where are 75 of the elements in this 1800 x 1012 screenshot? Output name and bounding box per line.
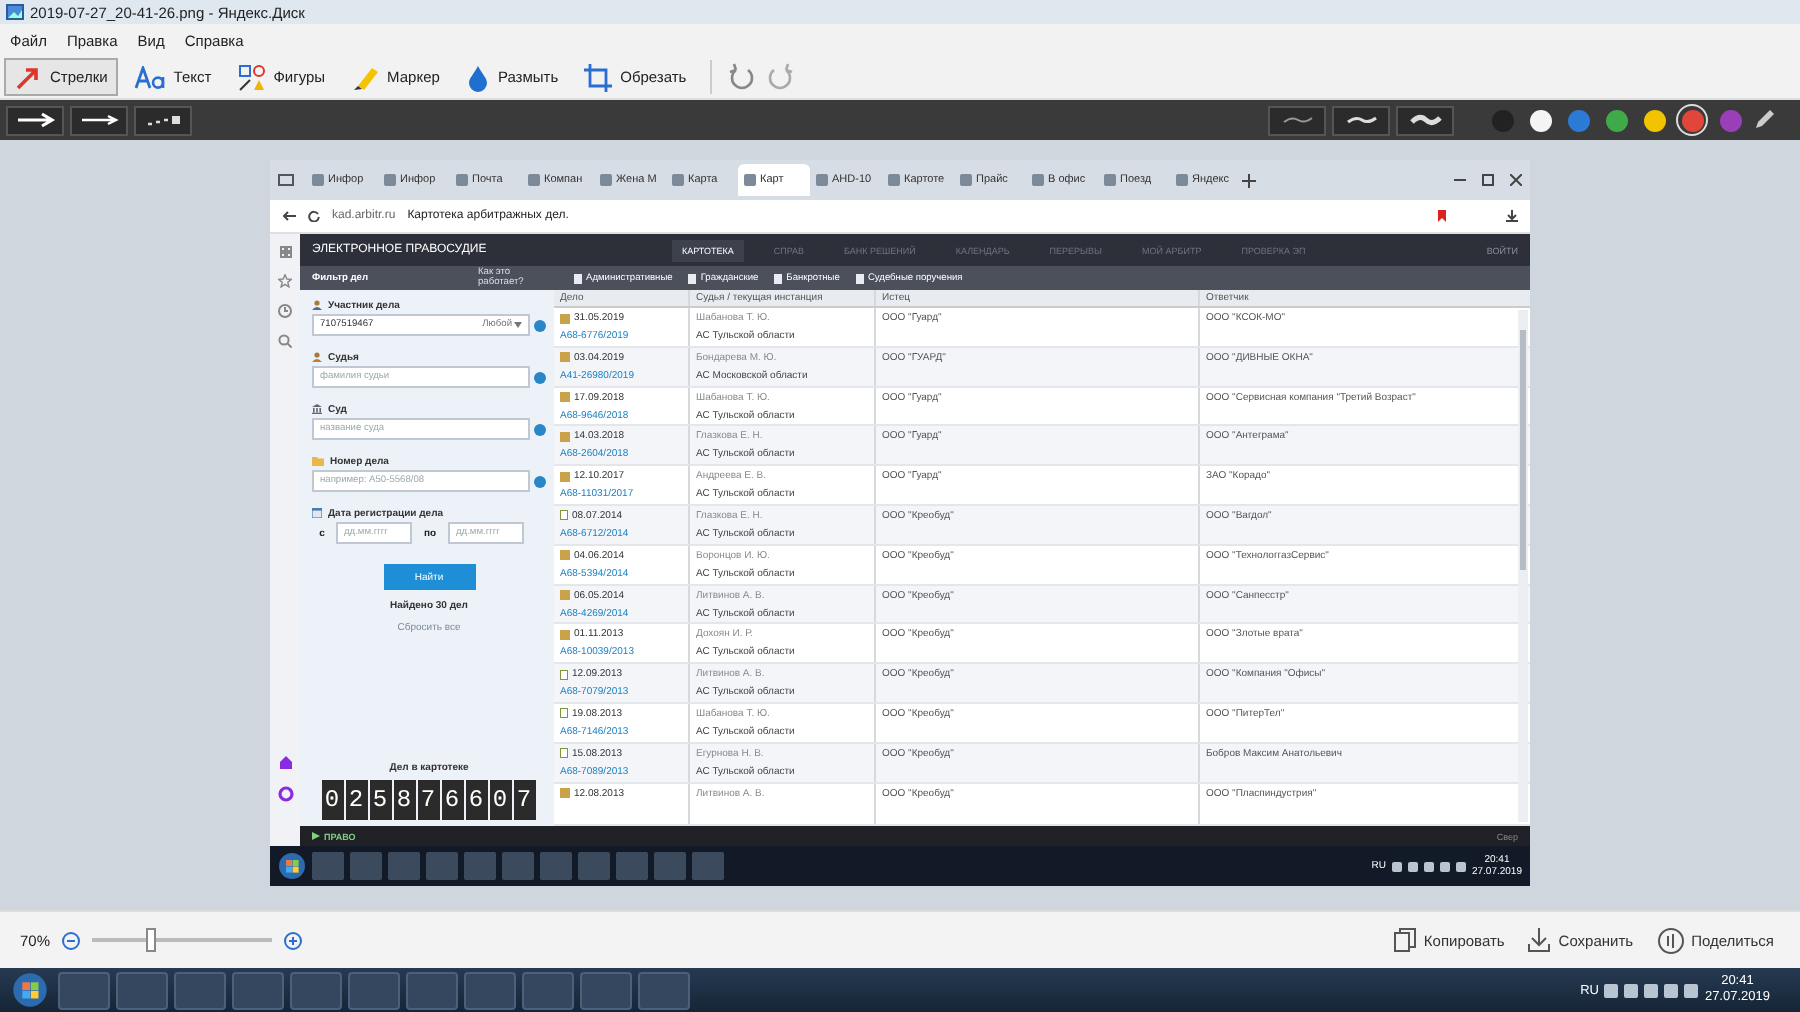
house-icon[interactable] [277, 754, 293, 770]
arrow-style-button[interactable] [70, 105, 128, 135]
folder-icon [560, 352, 570, 363]
wavy-line-icon [1409, 114, 1441, 126]
add-icon[interactable] [534, 423, 546, 435]
caret-icon[interactable] [514, 322, 522, 328]
image-file-icon [6, 4, 24, 20]
wavy-line-icon [1345, 114, 1377, 126]
start-button[interactable] [8, 970, 52, 1010]
grid-icon[interactable] [279, 246, 291, 258]
document-icon [560, 708, 568, 719]
copy-icon [1393, 928, 1416, 952]
text-icon [133, 65, 166, 89]
document-icon [560, 748, 568, 759]
person-icon [312, 352, 322, 362]
zoom-in-button[interactable] [284, 931, 303, 949]
marker-icon [351, 63, 380, 91]
undo-icon[interactable] [726, 61, 759, 93]
download-icon [1528, 928, 1551, 952]
clock-icon[interactable] [278, 304, 292, 318]
add-icon[interactable] [534, 475, 546, 487]
reload-icon[interactable] [308, 210, 320, 222]
bookmark-icon[interactable] [1438, 210, 1446, 222]
document-icon [560, 669, 568, 680]
dotted-line-icon [143, 112, 183, 128]
minimize-icon[interactable] [1454, 174, 1466, 186]
star-icon[interactable] [278, 274, 292, 288]
zoom-out-button[interactable] [62, 931, 81, 949]
add-icon[interactable] [534, 319, 546, 331]
folder-icon [312, 456, 324, 466]
back-icon[interactable] [282, 210, 296, 222]
document-icon [855, 273, 864, 283]
maximize-icon[interactable] [1482, 174, 1494, 186]
document-icon [560, 510, 568, 521]
wavy-line-icon [1281, 114, 1313, 126]
document-icon [688, 273, 697, 283]
document-icon [574, 273, 582, 283]
droplet-icon [465, 63, 490, 91]
folder-icon [560, 431, 570, 442]
thin-arrow-icon [79, 112, 119, 128]
crop-icon [584, 63, 613, 91]
download-icon[interactable] [1506, 210, 1518, 222]
folder-icon [560, 629, 570, 640]
arrow-icon [14, 63, 42, 91]
slider-thumb[interactable] [145, 928, 156, 952]
shapes-icon [237, 63, 266, 91]
new-tab-icon[interactable] [1242, 173, 1256, 187]
line-style-button[interactable] [1396, 105, 1454, 135]
logo-icon [312, 832, 320, 840]
sidebar-toggle-icon[interactable] [278, 174, 294, 186]
minus-icon [66, 935, 77, 945]
arrow-style-button[interactable] [6, 105, 64, 135]
share-icon [1657, 927, 1684, 953]
circle-icon[interactable] [277, 786, 293, 802]
add-icon[interactable] [534, 371, 546, 383]
folder-icon [560, 313, 570, 323]
dotted-arrow-style-button[interactable] [134, 105, 192, 135]
folder-icon [560, 788, 570, 799]
plus-icon [288, 935, 299, 945]
calendar-icon [312, 508, 322, 518]
search-icon[interactable] [278, 334, 292, 348]
folder-icon [560, 392, 570, 403]
redo-icon[interactable] [764, 61, 797, 93]
folder-icon [560, 590, 570, 601]
person-icon [312, 300, 322, 310]
thick-arrow-icon [15, 112, 55, 128]
scrollbar[interactable] [1518, 310, 1528, 822]
pen-icon[interactable] [1752, 108, 1776, 132]
line-style-button[interactable] [1332, 105, 1390, 135]
start-icon[interactable] [278, 852, 306, 880]
folder-icon [560, 550, 570, 561]
folder-icon [560, 471, 570, 482]
building-icon [312, 404, 322, 414]
document-icon [774, 273, 783, 283]
close-icon[interactable] [1510, 174, 1522, 186]
